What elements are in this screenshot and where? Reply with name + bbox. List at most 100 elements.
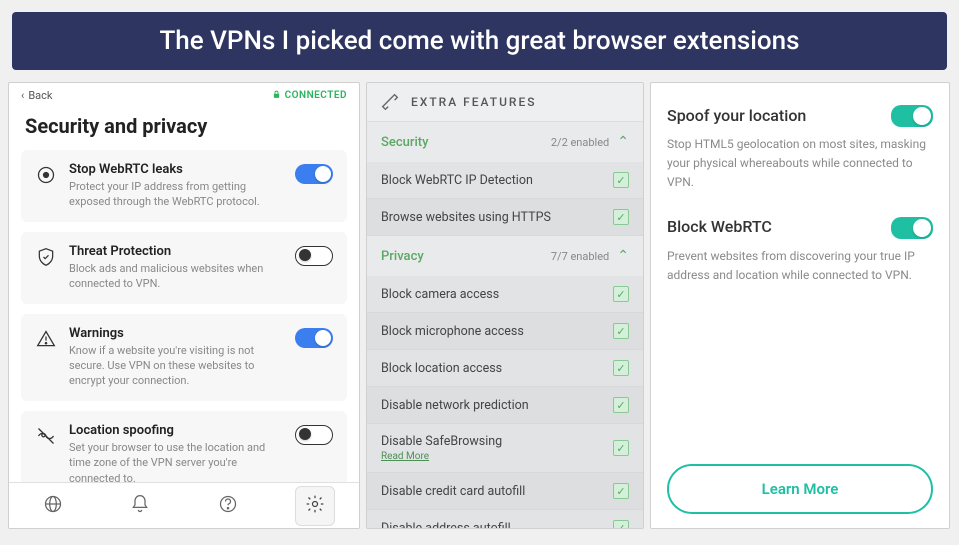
option-label: Disable credit card autofill bbox=[381, 484, 525, 499]
check-icon: ✓ bbox=[616, 174, 625, 187]
checkbox[interactable]: ✓ bbox=[613, 397, 629, 413]
item-header: Spoof your location bbox=[667, 103, 933, 127]
caption-banner: The VPNs I picked come with great browse… bbox=[12, 12, 947, 70]
enabled-count: 7/7 enabled bbox=[551, 250, 609, 263]
option-label: Block WebRTC IP Detection bbox=[381, 173, 533, 188]
nav-help[interactable] bbox=[208, 486, 248, 526]
toggle-switch[interactable] bbox=[891, 217, 933, 239]
card-content: Threat Protection Block ads and maliciou… bbox=[69, 244, 283, 292]
lock-icon bbox=[272, 90, 281, 102]
panels-container: ‹ Back CONNECTED Security and privacy St… bbox=[0, 82, 959, 537]
option-label-wrap: Block microphone access bbox=[381, 324, 524, 339]
vpn-settings-panel: ‹ Back CONNECTED Security and privacy St… bbox=[8, 82, 360, 529]
card-title: Stop WebRTC leaks bbox=[69, 162, 283, 177]
section-label: Security bbox=[381, 135, 428, 150]
card-desc: Know if a website you're visiting is not… bbox=[69, 343, 283, 389]
status-text: CONNECTED bbox=[285, 90, 347, 101]
checkbox[interactable]: ✓ bbox=[613, 483, 629, 499]
read-more-link[interactable]: Read More bbox=[381, 451, 502, 462]
check-icon: ✓ bbox=[616, 485, 625, 498]
enabled-count: 2/2 enabled bbox=[551, 136, 609, 149]
section-head-security[interactable]: Security 2/2 enabled ⌃ bbox=[367, 122, 643, 162]
location-icon bbox=[35, 425, 57, 447]
option-label-wrap: Block location access bbox=[381, 361, 502, 376]
option-row[interactable]: Block WebRTC IP Detection ✓ bbox=[367, 162, 643, 199]
settings-icon bbox=[305, 494, 325, 518]
toggle-shield[interactable] bbox=[295, 246, 333, 266]
card-desc: Block ads and malicious websites when co… bbox=[69, 261, 283, 292]
checkbox[interactable]: ✓ bbox=[613, 440, 629, 456]
card-content: Location spoofing Set your browser to us… bbox=[69, 423, 283, 482]
checkbox[interactable]: ✓ bbox=[613, 286, 629, 302]
check-icon: ✓ bbox=[616, 211, 625, 224]
option-row[interactable]: Disable network prediction ✓ bbox=[367, 387, 643, 424]
setting-card-webrtc: Stop WebRTC leaks Protect your IP addres… bbox=[21, 150, 347, 222]
option-row[interactable]: Browse websites using HTTPS ✓ bbox=[367, 199, 643, 236]
toggle-location[interactable] bbox=[295, 425, 333, 445]
option-label: Browse websites using HTTPS bbox=[381, 210, 551, 225]
chevron-up-icon: ⌃ bbox=[617, 134, 629, 150]
nav-bell[interactable] bbox=[120, 486, 160, 526]
settings-list: Stop WebRTC leaks Protect your IP addres… bbox=[9, 150, 359, 482]
nav-settings[interactable] bbox=[295, 486, 335, 526]
checkbox[interactable]: ✓ bbox=[613, 209, 629, 225]
option-row[interactable]: Block camera access ✓ bbox=[367, 276, 643, 313]
learn-more-button[interactable]: Learn More bbox=[667, 464, 933, 514]
bottom-nav bbox=[9, 482, 359, 528]
option-row[interactable]: Disable address autofill ✓ bbox=[367, 510, 643, 529]
checkbox[interactable]: ✓ bbox=[613, 520, 629, 529]
page-title: Security and privacy bbox=[9, 106, 359, 150]
back-label: Back bbox=[28, 89, 52, 102]
bell-icon bbox=[130, 494, 150, 518]
privacy-toggles-panel: Spoof your location Stop HTML5 geolocati… bbox=[650, 82, 950, 529]
card-title: Threat Protection bbox=[69, 244, 283, 259]
option-label-wrap: Disable SafeBrowsing Read More bbox=[381, 434, 502, 462]
option-label: Block microphone access bbox=[381, 324, 524, 339]
card-content: Warnings Know if a website you're visiti… bbox=[69, 326, 283, 389]
option-label-wrap: Block camera access bbox=[381, 287, 499, 302]
check-icon: ✓ bbox=[616, 288, 625, 301]
sections-container: Security 2/2 enabled ⌃ Block WebRTC IP D… bbox=[367, 122, 643, 529]
option-label-wrap: Browse websites using HTTPS bbox=[381, 210, 551, 225]
extra-features-panel: EXTRA FEATURES Security 2/2 enabled ⌃ Bl… bbox=[366, 82, 644, 529]
option-row[interactable]: Block microphone access ✓ bbox=[367, 313, 643, 350]
option-label: Disable SafeBrowsing bbox=[381, 434, 502, 449]
item-desc: Prevent websites from discovering your t… bbox=[667, 247, 933, 285]
toggle-switch[interactable] bbox=[891, 105, 933, 127]
check-icon: ✓ bbox=[616, 442, 625, 455]
toggle-webrtc[interactable] bbox=[295, 164, 333, 184]
back-button[interactable]: ‹ Back bbox=[21, 89, 52, 102]
check-icon: ✓ bbox=[616, 522, 625, 530]
option-row[interactable]: Block location access ✓ bbox=[367, 350, 643, 387]
checkbox[interactable]: ✓ bbox=[613, 323, 629, 339]
check-icon: ✓ bbox=[616, 362, 625, 375]
panel2-header: EXTRA FEATURES bbox=[367, 83, 643, 122]
option-label: Block camera access bbox=[381, 287, 499, 302]
item-title: Block WebRTC bbox=[667, 217, 772, 236]
chevron-left-icon: ‹ bbox=[21, 89, 24, 102]
option-label: Block location access bbox=[381, 361, 502, 376]
webrtc-icon bbox=[35, 164, 57, 186]
checkbox[interactable]: ✓ bbox=[613, 172, 629, 188]
privacy-item: Block WebRTC Prevent websites from disco… bbox=[667, 215, 933, 285]
panel2-title: EXTRA FEATURES bbox=[411, 95, 537, 109]
card-desc: Protect your IP address from getting exp… bbox=[69, 179, 283, 210]
check-icon: ✓ bbox=[616, 399, 625, 412]
chevron-up-icon: ⌃ bbox=[617, 248, 629, 264]
card-desc: Set your browser to use the location and… bbox=[69, 440, 283, 482]
help-icon bbox=[218, 494, 238, 518]
nav-globe[interactable] bbox=[33, 486, 73, 526]
option-row[interactable]: Disable SafeBrowsing Read More ✓ bbox=[367, 424, 643, 473]
option-label: Disable network prediction bbox=[381, 398, 529, 413]
toggle-warning[interactable] bbox=[295, 328, 333, 348]
globe-icon bbox=[43, 494, 63, 518]
spacer bbox=[667, 307, 933, 464]
section-status: 7/7 enabled ⌃ bbox=[551, 248, 629, 264]
option-row[interactable]: Disable credit card autofill ✓ bbox=[367, 473, 643, 510]
section-status: 2/2 enabled ⌃ bbox=[551, 134, 629, 150]
checkbox[interactable]: ✓ bbox=[613, 360, 629, 376]
card-content: Stop WebRTC leaks Protect your IP addres… bbox=[69, 162, 283, 210]
item-desc: Stop HTML5 geolocation on most sites, ma… bbox=[667, 135, 933, 193]
check-icon: ✓ bbox=[616, 325, 625, 338]
section-head-privacy[interactable]: Privacy 7/7 enabled ⌃ bbox=[367, 236, 643, 276]
